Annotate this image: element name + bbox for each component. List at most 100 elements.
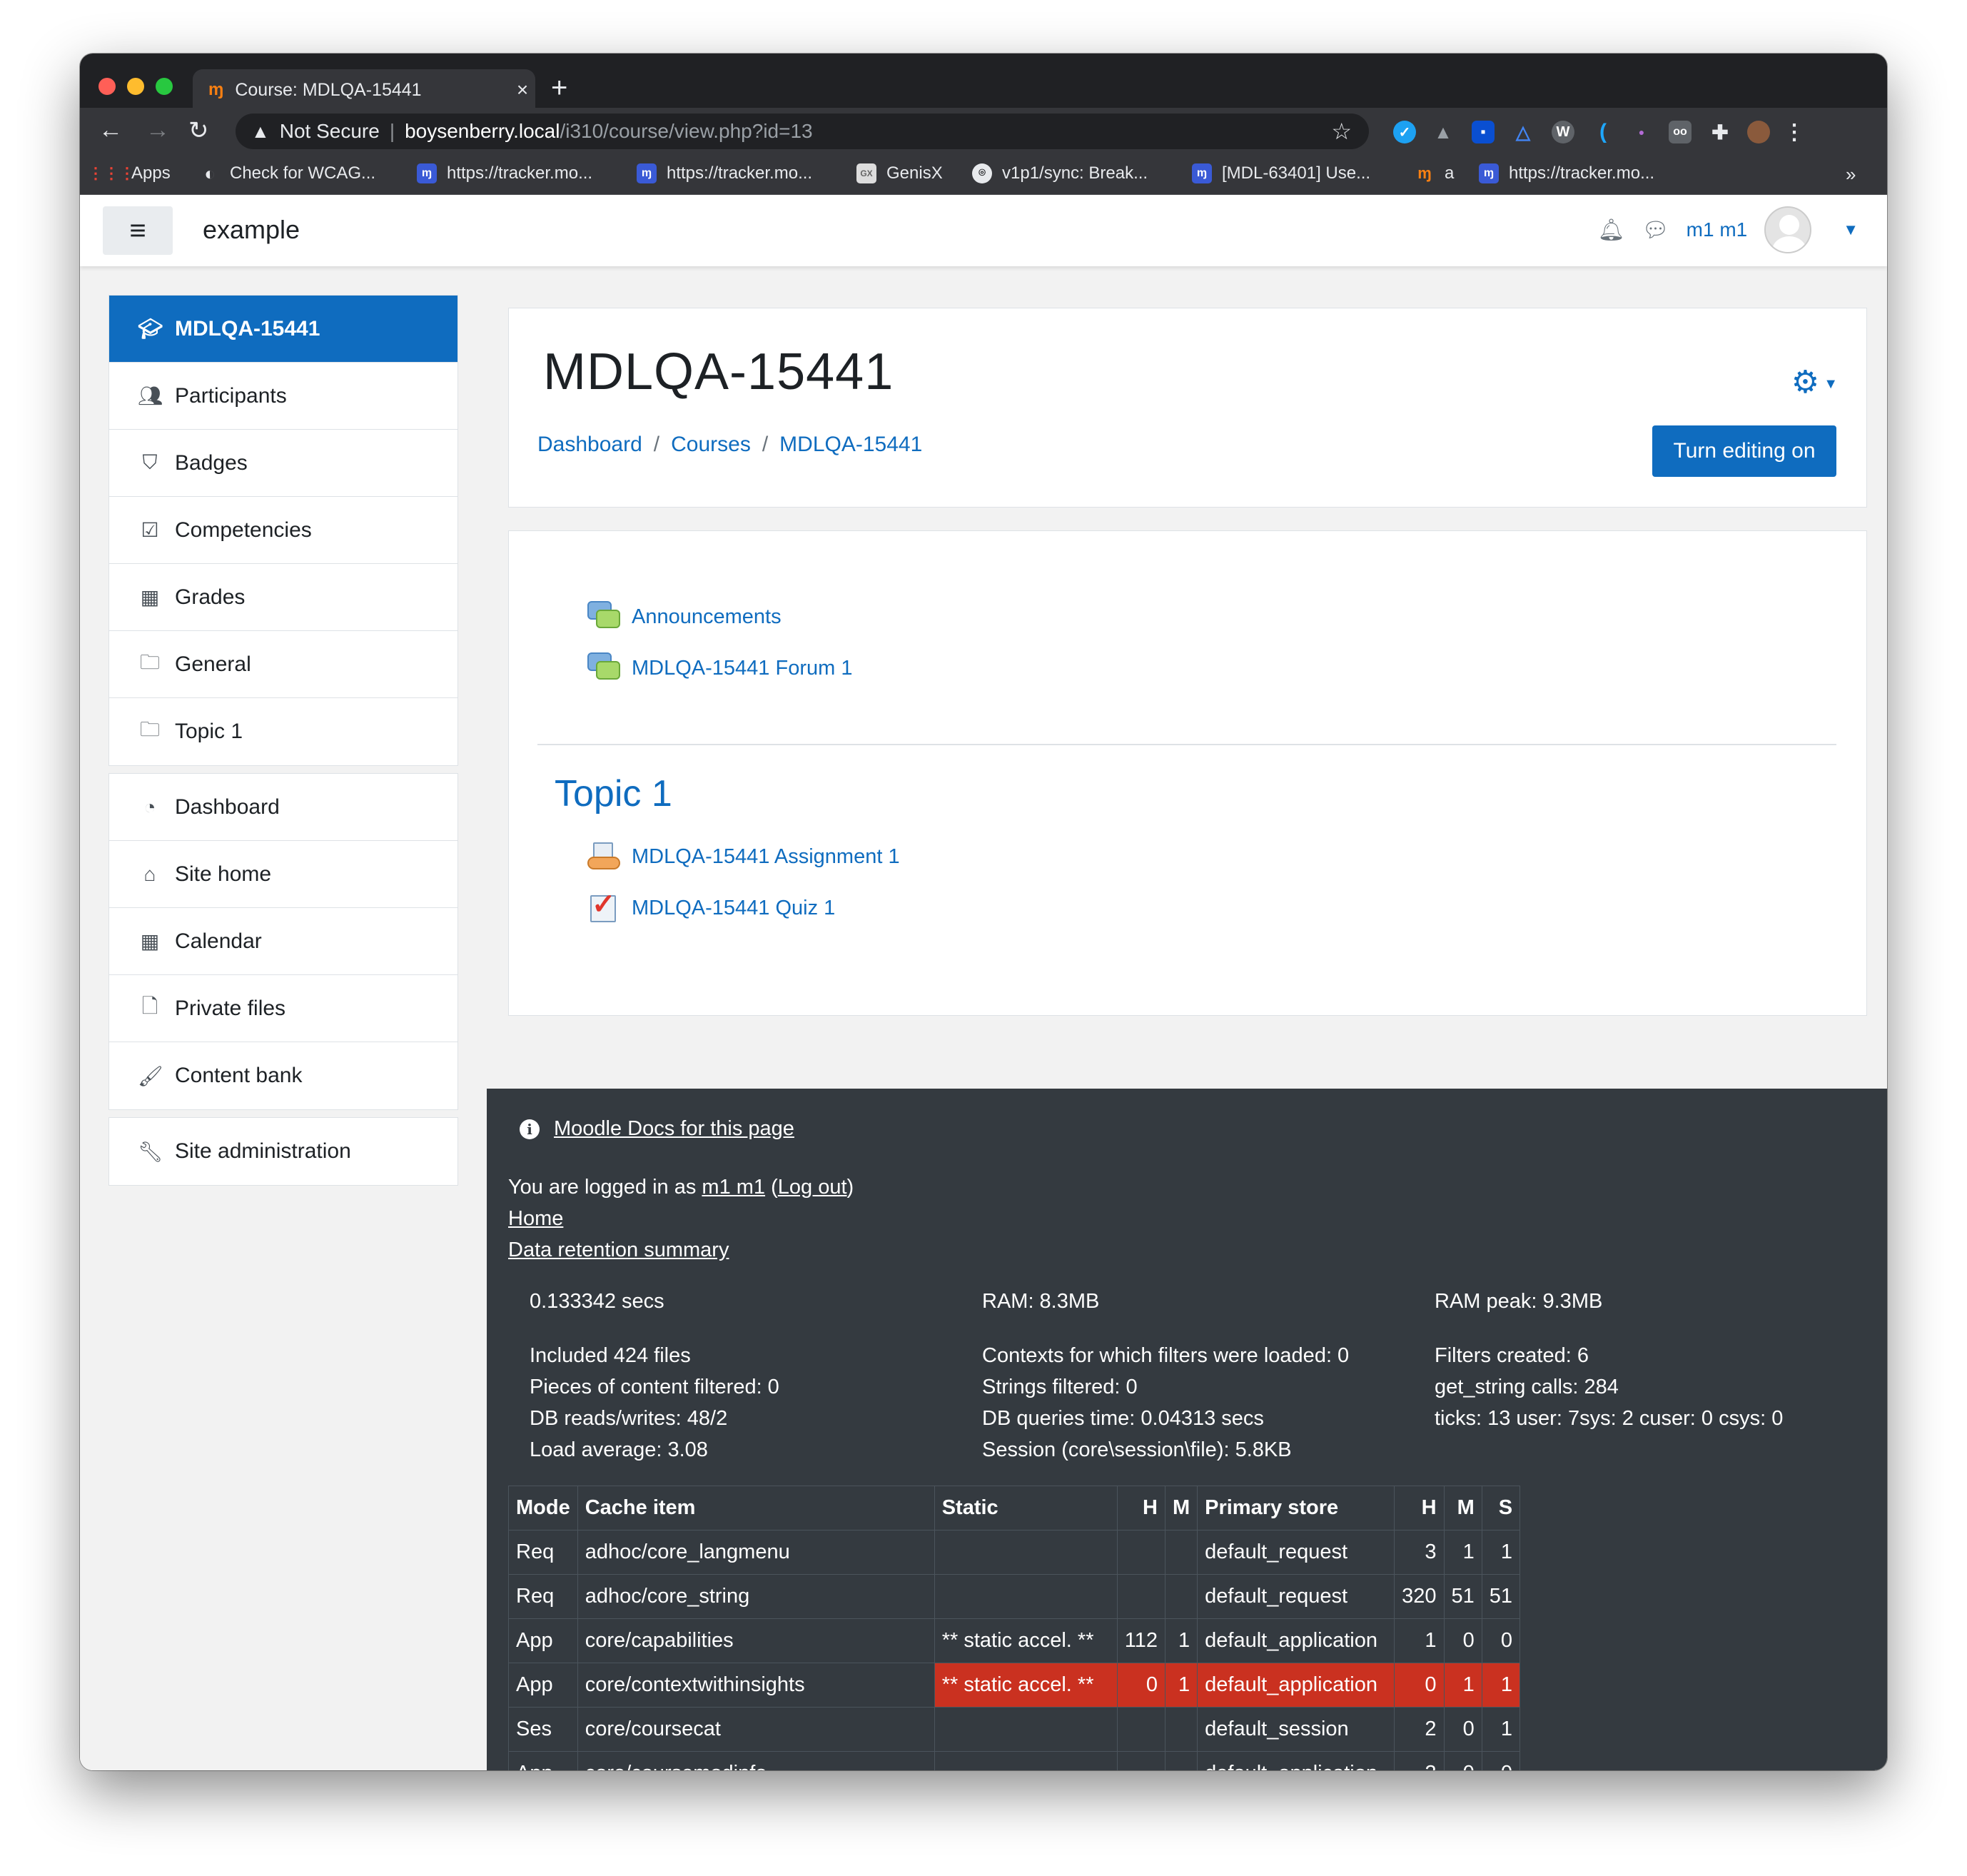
- chat-bubble-icon[interactable]: 💬︎: [1642, 218, 1669, 243]
- table-row: Appcore/coursemodinfo default_application…: [508, 1751, 1521, 1770]
- activity-link[interactable]: MDLQA-15441 Forum 1: [632, 657, 852, 680]
- activity-assignment-1[interactable]: MDLQA-15441 Assignment 1: [587, 841, 900, 872]
- table-row: Req adhoc/core_string default_request 320 51…: [508, 1574, 1521, 1619]
- extension-icon[interactable]: ▪: [1472, 121, 1495, 143]
- tab-title: Course: MDLQA-15441: [235, 79, 422, 100]
- table-cell: 2: [1394, 1707, 1445, 1752]
- bookmark-item[interactable]: ◐ Check for WCAG...: [200, 163, 375, 184]
- sidebar-item-badges[interactable]: ⛉ Badges: [109, 430, 457, 497]
- bookmark-label: [MDL-63401] Use...: [1222, 163, 1371, 183]
- profile-avatar-icon[interactable]: [1747, 121, 1770, 143]
- extension-icon[interactable]: △: [1512, 121, 1534, 143]
- bookmark-item[interactable]: GX GenisX: [856, 163, 943, 183]
- sidebar-item-private-files[interactable]: 🗋︎ Private files: [109, 975, 457, 1042]
- logout-link[interactable]: Log out: [778, 1176, 847, 1199]
- browser-tab[interactable]: ɱ Course: MDLQA-15441 ×: [193, 69, 535, 111]
- activity-forum-1[interactable]: MDLQA-15441 Forum 1: [587, 652, 852, 684]
- sidebar-item-calendar[interactable]: ▦ Calendar: [109, 908, 457, 975]
- home-link[interactable]: Home: [508, 1207, 563, 1230]
- forward-arrow-icon[interactable]: →: [146, 116, 170, 144]
- table-cell: 0: [1394, 1663, 1445, 1708]
- data-retention-link[interactable]: Data retention summary: [508, 1239, 729, 1261]
- new-tab-button[interactable]: +: [551, 72, 567, 104]
- extension-icon[interactable]: W: [1552, 121, 1574, 143]
- table-cell: App: [508, 1663, 578, 1708]
- perf-stat: RAM: 8.3MB: [982, 1290, 1100, 1313]
- sidebar-item-content-bank[interactable]: 🖌︎ Content bank: [109, 1042, 457, 1109]
- bookmark-item[interactable]: ɱ https://tracker.mo...: [1479, 163, 1654, 183]
- table-cell: [1164, 1530, 1198, 1575]
- bookmark-star-icon[interactable]: ☆: [1331, 118, 1352, 145]
- user-name[interactable]: m1 m1: [1687, 218, 1748, 241]
- activity-quiz-1[interactable]: ✓ MDLQA-15441 Quiz 1: [587, 889, 835, 924]
- avatar[interactable]: [1764, 206, 1812, 253]
- activity-link[interactable]: Announcements: [632, 605, 782, 629]
- extension-icon[interactable]: (: [1592, 120, 1614, 143]
- maximize-window-button[interactable]: [156, 78, 173, 95]
- activity-link[interactable]: MDLQA-15441 Quiz 1: [632, 897, 835, 920]
- activity-link[interactable]: MDLQA-15441 Assignment 1: [632, 845, 900, 869]
- drawer-toggle-button[interactable]: ≡: [103, 206, 173, 255]
- address-bar[interactable]: ▲ Not Secure | boysenberry.local /i310/c…: [236, 114, 1369, 149]
- sidebar-item-competencies[interactable]: ☑ Competencies: [109, 497, 457, 564]
- table-cell: [1116, 1707, 1165, 1752]
- table-cell: default_request: [1197, 1530, 1395, 1575]
- bookmark-apps[interactable]: ⋮⋮⋮ Apps: [88, 163, 171, 183]
- breadcrumb-item[interactable]: Courses: [671, 433, 751, 456]
- section-title-topic-1[interactable]: Topic 1: [555, 772, 672, 815]
- bookmark-item[interactable]: ɱ [MDL-63401] Use...: [1192, 163, 1370, 183]
- docs-link-text[interactable]: Moodle Docs for this page: [554, 1117, 794, 1141]
- moodle-docs-link[interactable]: i Moodle Docs for this page: [520, 1117, 794, 1141]
- breadcrumb-item[interactable]: MDLQA-15441: [779, 433, 922, 456]
- bookmark-item[interactable]: ɱ https://tracker.mo...: [417, 163, 592, 183]
- turn-editing-on-button[interactable]: Turn editing on: [1652, 425, 1836, 477]
- calendar-icon: ▦: [140, 930, 160, 952]
- perf-column-3: RAM peak: 9.3MB Filters created: 6 get_s…: [1435, 1286, 1783, 1434]
- perf-column-1: 0.133342 secs Included 424 files Pieces …: [530, 1286, 779, 1466]
- sidebar-item-topic-1[interactable]: 🗀︎ Topic 1: [109, 698, 457, 765]
- bookmark-item[interactable]: ɱ https://tracker.mo...: [637, 163, 812, 183]
- gear-icon[interactable]: ⚙ ▼: [1791, 364, 1838, 400]
- bookmark-item[interactable]: ⌾ v1p1/sync: Break...: [972, 163, 1148, 183]
- drive-icon[interactable]: ▲: [1432, 121, 1455, 143]
- extension-icon[interactable]: oo: [1669, 121, 1692, 143]
- profile-link[interactable]: m1 m1: [702, 1176, 765, 1199]
- sidebar-item-site-administration[interactable]: 🔧︎ Site administration: [109, 1118, 457, 1185]
- extension-icon[interactable]: ✓: [1393, 121, 1416, 143]
- assignment-icon: [587, 841, 622, 872]
- table-cell: 51: [1481, 1574, 1521, 1619]
- sidebar-item-general[interactable]: 🗀︎ General: [109, 631, 457, 698]
- nav-drawer: 🎓︎ MDLQA-15441 👥︎ Participants ⛉ Badges ☑ Co…: [108, 295, 458, 1193]
- puzzle-icon[interactable]: ✚: [1709, 121, 1731, 143]
- minimize-window-button[interactable]: [127, 78, 144, 95]
- extension-icon[interactable]: ●: [1630, 121, 1653, 143]
- caret-down-icon[interactable]: ▼: [1843, 221, 1859, 239]
- file-icon: 🗋︎: [141, 994, 158, 1017]
- sidebar-item-participants[interactable]: 👥︎ Participants: [109, 363, 457, 430]
- table-cell: core/capabilities: [577, 1618, 935, 1663]
- warning-triangle-icon: ▲: [251, 120, 270, 142]
- table-row: App core/contextwithinsights ** static acc…: [508, 1663, 1521, 1708]
- table-cell: 1: [1443, 1530, 1482, 1575]
- close-tab-icon[interactable]: ×: [510, 79, 535, 101]
- sidebar-item-course[interactable]: 🎓︎ MDLQA-15441: [109, 296, 457, 363]
- perf-stat: Session (core\session\file): 5.8KB: [982, 1438, 1292, 1461]
- activity-announcements[interactable]: Announcements: [587, 601, 782, 632]
- menu-kebab-icon[interactable]: ⋮: [1783, 121, 1806, 144]
- browser-toolbar: ← → ↻ ▲ Not Secure | boysenberry.local /…: [80, 108, 1887, 155]
- quiz-icon: ✓: [587, 889, 622, 924]
- close-window-button[interactable]: [98, 78, 116, 95]
- back-arrow-icon[interactable]: ←: [98, 116, 123, 144]
- site-name[interactable]: example: [203, 215, 300, 245]
- sidebar-item-grades[interactable]: ▦ Grades: [109, 564, 457, 631]
- bookmark-item[interactable]: ɱa: [1415, 163, 1454, 183]
- page-title: MDLQA-15441: [543, 343, 894, 400]
- bookmarks-overflow-icon[interactable]: »: [1846, 163, 1856, 186]
- bell-icon[interactable]: 🔔︎: [1597, 218, 1624, 243]
- sidebar-item-dashboard[interactable]: ◔ Dashboard: [109, 774, 457, 841]
- reload-icon[interactable]: ↻: [188, 116, 209, 145]
- sidebar-item-site-home[interactable]: ⌂ Site home: [109, 841, 457, 908]
- breadcrumb-item[interactable]: Dashboard: [537, 433, 642, 456]
- paintbrush-icon: 🖌︎: [138, 1064, 163, 1087]
- table-cell: [1164, 1574, 1198, 1619]
